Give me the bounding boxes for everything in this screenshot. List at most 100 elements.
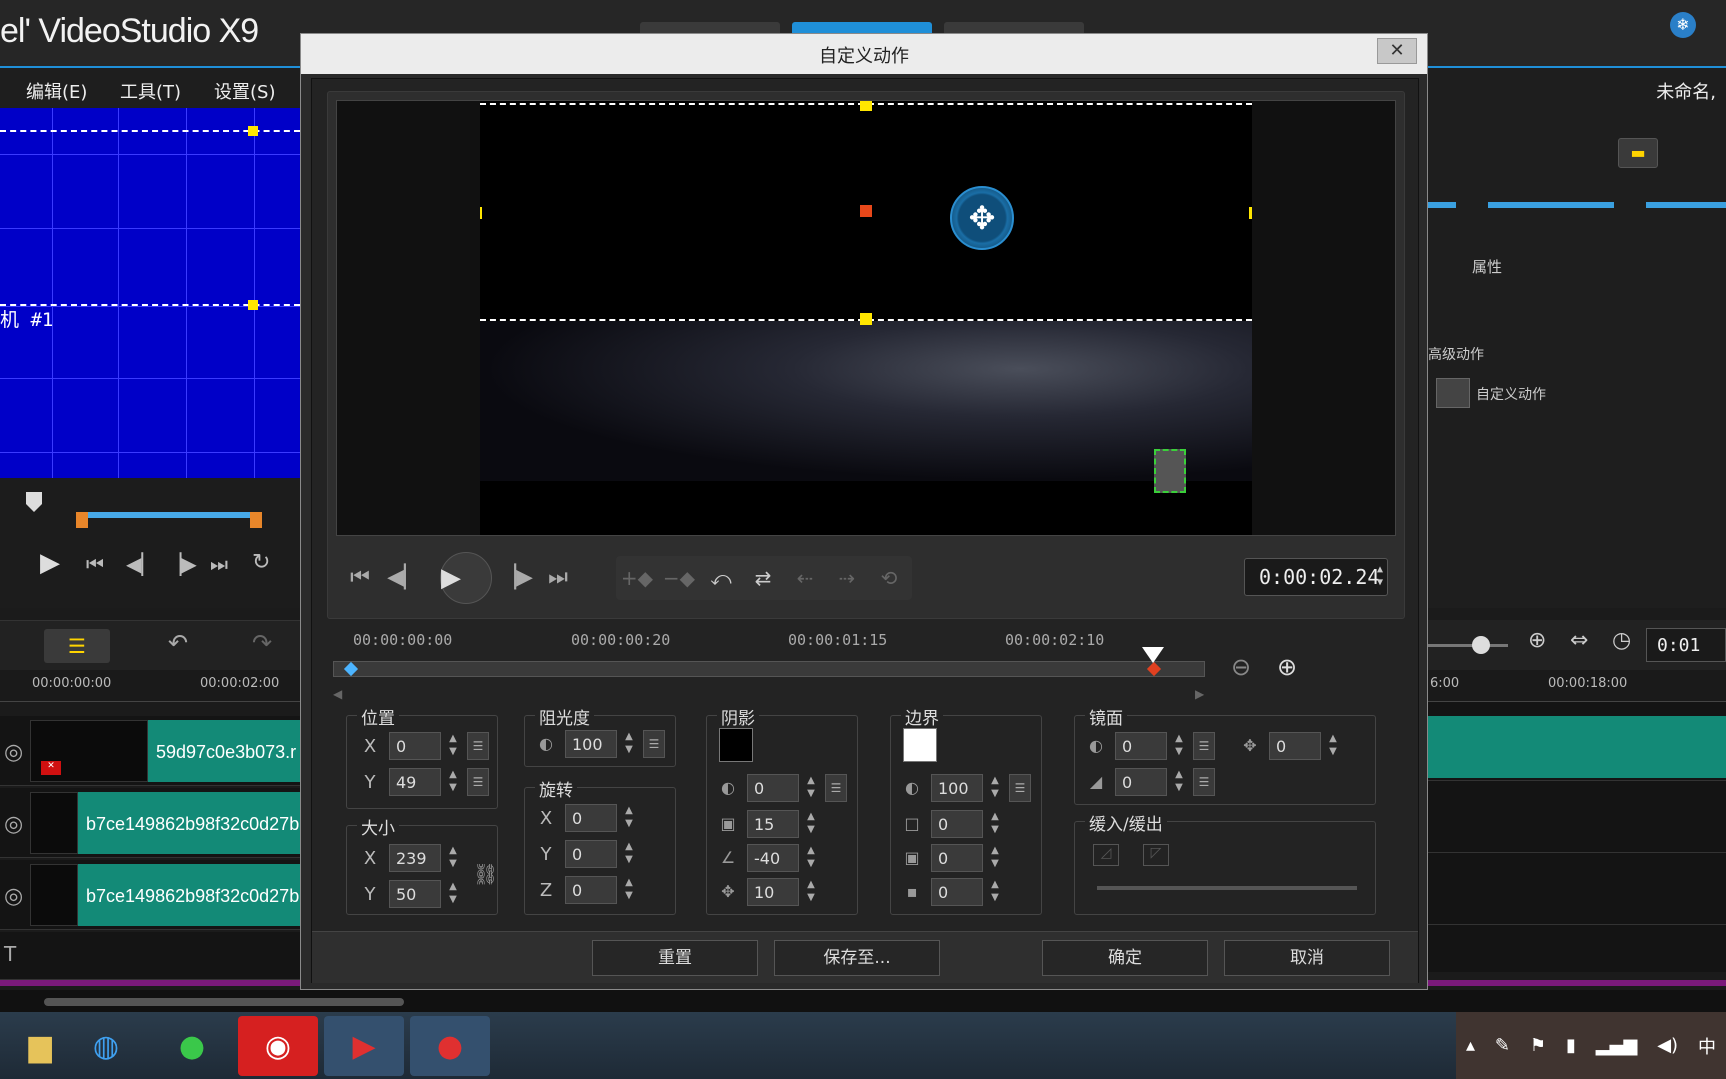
video-clip[interactable]: 59d97c0e3b073.r	[148, 720, 300, 782]
go-to-end-icon[interactable]: ⏭	[538, 558, 578, 598]
position-x-dropdown[interactable]: ☰	[467, 732, 489, 760]
timeline-scrollbar[interactable]	[0, 980, 1726, 1012]
menu-settings[interactable]: 设置(S)	[214, 78, 275, 104]
position-y-spinner[interactable]: ▲ ▼	[445, 768, 461, 796]
resize-handle-left[interactable]	[480, 207, 482, 219]
close-button[interactable]: ✕	[1377, 38, 1417, 64]
swap-keyframes-icon[interactable]: ⇄	[742, 556, 784, 600]
border-width-spinner[interactable]: ▲ ▼	[987, 810, 1003, 838]
reset-button[interactable]: 重置	[592, 940, 758, 976]
add-keyframe-icon[interactable]: +◆	[616, 556, 658, 600]
reverse-keyframes-icon[interactable]: ⤺	[700, 556, 742, 600]
timecode-field[interactable]: 0:00:02.24 ▲ ▼	[1244, 558, 1388, 596]
preview-handle[interactable]	[248, 300, 258, 310]
scroll-right-icon[interactable]: ▶	[1195, 687, 1204, 701]
recorder-icon[interactable]: ●	[410, 1016, 490, 1076]
shadow-opacity-input[interactable]: 0	[747, 774, 799, 802]
trim-range-bar[interactable]	[84, 512, 260, 518]
timeline-timecode[interactable]: 0:01	[1646, 628, 1726, 662]
go-to-start-icon[interactable]: ⏮	[340, 558, 380, 598]
repeat-icon[interactable]: ↻	[252, 550, 270, 575]
options-toggle-icon[interactable]: ▬	[1618, 138, 1658, 168]
border-blur-spinner[interactable]: ▲ ▼	[987, 844, 1003, 872]
shadow-distance-spinner[interactable]: ▲ ▼	[803, 878, 819, 906]
shadow-distance-input[interactable]: 10	[747, 878, 799, 906]
mirror-distance-spinner[interactable]: ▲ ▼	[1325, 732, 1341, 760]
play-button[interactable]: ▶	[440, 552, 492, 604]
position-x-input[interactable]: 0	[389, 732, 441, 760]
position-y-input[interactable]: 49	[389, 768, 441, 796]
ease-slider[interactable]	[1097, 886, 1357, 890]
overlay-clip[interactable]: b7ce149862b98f32c0d27b	[78, 864, 300, 926]
undo-icon[interactable]: ↶	[168, 629, 188, 657]
opacity-input[interactable]: 100	[565, 730, 617, 758]
trim-start-handle[interactable]	[76, 512, 88, 528]
rotation-y-spinner[interactable]: ▲ ▼	[621, 840, 637, 868]
shadow-angle-input[interactable]: -40	[747, 844, 799, 872]
next-frame-icon[interactable]: ▕▶	[496, 558, 536, 598]
save-to-button[interactable]: 保存至...	[774, 940, 940, 976]
main-preview-window[interactable]	[0, 108, 300, 478]
move-right-icon[interactable]: ⇢	[826, 556, 868, 600]
rotation-y-input[interactable]: 0	[565, 840, 617, 868]
border-color-swatch[interactable]	[903, 728, 937, 762]
scroll-left-icon[interactable]: ◀	[333, 687, 342, 701]
zoom-slider-thumb[interactable]	[1472, 636, 1490, 654]
size-x-input[interactable]: 239	[389, 844, 441, 872]
resize-handle-bottom[interactable]	[860, 313, 872, 325]
shadow-opacity-spinner[interactable]: ▲ ▼	[803, 774, 819, 802]
browser-icon[interactable]: ◍	[66, 1016, 146, 1076]
remove-keyframe-icon[interactable]: −◆	[658, 556, 700, 600]
custom-motion-label[interactable]: 自定义动作	[1476, 384, 1546, 404]
shadow-color-swatch[interactable]	[719, 728, 753, 762]
network-icon[interactable]: ▂▄▆	[1596, 1035, 1638, 1056]
border-opacity-input[interactable]: 100	[931, 774, 983, 802]
keyframe-track[interactable]	[333, 661, 1205, 677]
menu-tools[interactable]: 工具(T)	[120, 78, 181, 104]
shadow-blur-input[interactable]: 15	[747, 810, 799, 838]
border-opacity-spinner[interactable]: ▲ ▼	[987, 774, 1003, 802]
clip-thumbnail[interactable]: ✕	[30, 720, 148, 782]
rotation-x-input[interactable]: 0	[565, 804, 617, 832]
overlay-clip[interactable]: b7ce149862b98f32c0d27b	[78, 792, 300, 854]
zoom-in-icon[interactable]: ⊕	[1277, 653, 1297, 681]
tray-expand-icon[interactable]: ▴	[1466, 1035, 1475, 1056]
custom-motion-icon[interactable]	[1436, 378, 1470, 408]
move-left-icon[interactable]: ⇠	[784, 556, 826, 600]
mirror-opacity-input[interactable]: 0	[1115, 732, 1167, 760]
zoom-slider-track[interactable]	[1428, 644, 1508, 647]
scrollbar-thumb[interactable]	[44, 998, 404, 1006]
video-clip-continued[interactable]	[1428, 716, 1726, 778]
rotation-z-spinner[interactable]: ▲ ▼	[621, 876, 637, 904]
rotation-x-spinner[interactable]: ▲ ▼	[621, 804, 637, 832]
resize-handle-right[interactable]	[1249, 207, 1252, 219]
border-opacity-dropdown[interactable]: ☰	[1009, 774, 1031, 802]
wechat-icon[interactable]: ●	[152, 1016, 232, 1076]
redo-icon[interactable]: ↷	[252, 629, 272, 657]
cancel-button[interactable]: 取消	[1224, 940, 1390, 976]
mirror-fade-spinner[interactable]: ▲ ▼	[1171, 768, 1187, 796]
zoom-out-icon[interactable]: ⊖	[1231, 653, 1251, 681]
prev-frame-icon[interactable]: ◀▏	[126, 552, 157, 576]
position-y-dropdown[interactable]: ☰	[467, 768, 489, 796]
rotation-z-input[interactable]: 0	[565, 876, 617, 904]
fit-timeline-icon[interactable]: ⇔	[1570, 628, 1588, 653]
size-x-spinner[interactable]: ▲ ▼	[445, 844, 461, 872]
resize-handle-top[interactable]	[860, 101, 872, 111]
mirror-distance-input[interactable]: 0	[1269, 732, 1321, 760]
scrubber-handle[interactable]	[26, 492, 42, 512]
timecode-spinner[interactable]: ▲ ▼	[1377, 563, 1383, 589]
timeline-ruler-right[interactable]: 6:00 00:00:18:00	[1428, 670, 1726, 702]
volume-icon[interactable]: ◀)	[1657, 1035, 1678, 1056]
opacity-dropdown[interactable]: ☰	[643, 730, 665, 758]
clip-thumbnail[interactable]	[30, 792, 78, 854]
mask-object[interactable]	[1154, 449, 1186, 493]
advanced-motion-label[interactable]: 高级动作	[1428, 344, 1484, 364]
ok-button[interactable]: 确定	[1042, 940, 1208, 976]
center-point[interactable]	[860, 205, 872, 217]
border-width-input[interactable]: 0	[931, 810, 983, 838]
ease-in-icon[interactable]: ◿	[1093, 844, 1119, 866]
mirror-fade-input[interactable]: 0	[1115, 768, 1167, 796]
position-x-spinner[interactable]: ▲ ▼	[445, 732, 461, 760]
snowflake-icon[interactable]: ❄	[1670, 12, 1696, 38]
